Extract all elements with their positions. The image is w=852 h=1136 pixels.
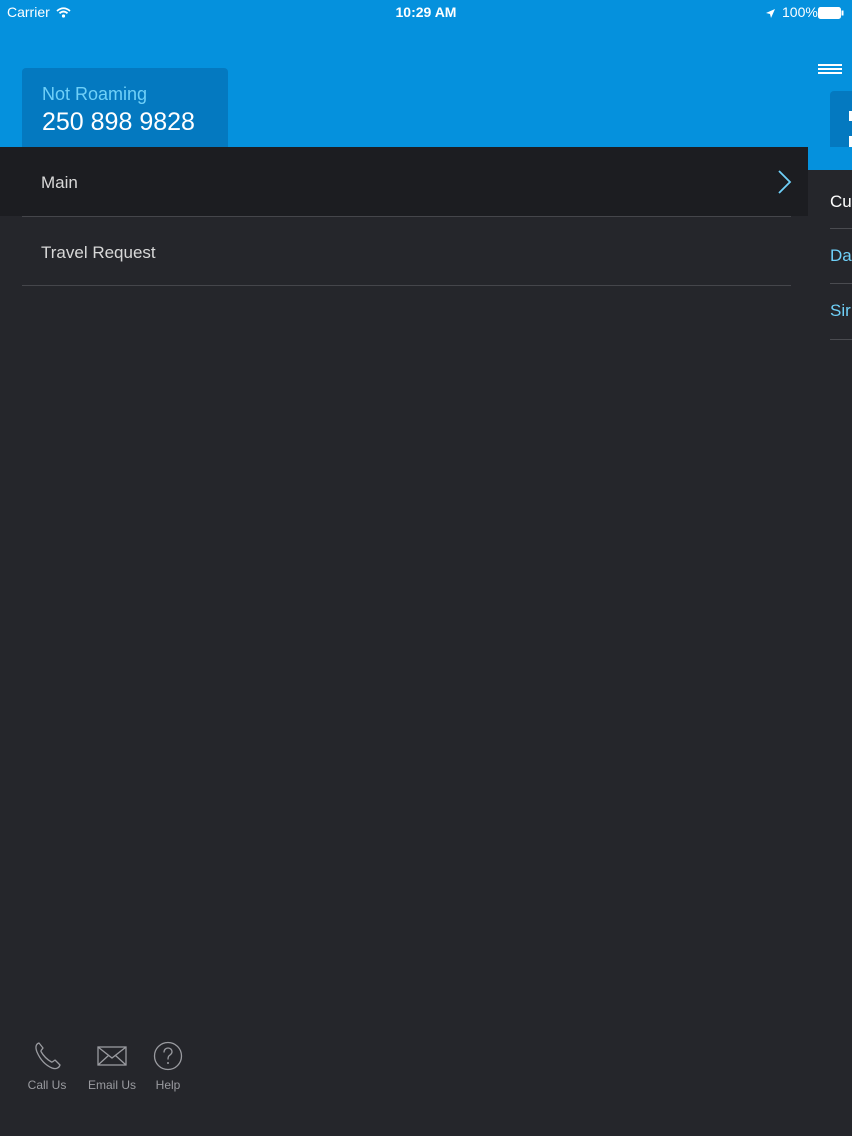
account-card[interactable]: Not Roaming 250 898 9828 <box>22 68 228 151</box>
menu-divider <box>22 285 791 286</box>
help-button[interactable]: Help <box>150 1040 186 1092</box>
battery-percentage: 100% <box>782 4 818 20</box>
menu-item-label: Travel Request <box>41 243 156 262</box>
call-us-label: Call Us <box>27 1078 67 1092</box>
header-extension <box>808 147 852 170</box>
divider <box>830 339 852 340</box>
status-time: 10:29 AM <box>395 4 457 20</box>
peek-item-data[interactable]: Da <box>830 246 852 266</box>
envelope-icon <box>86 1040 138 1072</box>
peek-item-sim[interactable]: Sir <box>830 301 852 321</box>
menu-item-label: Main <box>41 173 78 192</box>
peek-item-current[interactable]: Cu <box>830 192 852 212</box>
phone-number: 250 898 9828 <box>42 108 195 136</box>
divider <box>830 228 852 229</box>
header: Not Roaming 250 898 9828 <box>0 24 852 173</box>
question-mark-icon <box>150 1040 186 1072</box>
battery-icon <box>818 6 844 19</box>
content-panel-peek: Cu Da Sir <box>808 170 852 1136</box>
menu-icon[interactable] <box>818 64 842 74</box>
menu-item-travel-request[interactable]: Travel Request <box>0 217 808 286</box>
email-us-button[interactable]: Email Us <box>86 1040 138 1092</box>
call-us-button[interactable]: Call Us <box>24 1040 70 1092</box>
phone-icon <box>24 1040 70 1072</box>
location-arrow-icon <box>765 6 776 22</box>
status-bar: Carrier 10:29 AM 100% <box>0 0 852 24</box>
chevron-right-icon <box>776 169 792 200</box>
help-label: Help <box>155 1078 181 1092</box>
divider <box>830 283 852 284</box>
roaming-status: Not Roaming <box>42 84 148 104</box>
email-us-label: Email Us <box>87 1078 136 1092</box>
menu-item-main[interactable]: Main <box>0 147 808 216</box>
